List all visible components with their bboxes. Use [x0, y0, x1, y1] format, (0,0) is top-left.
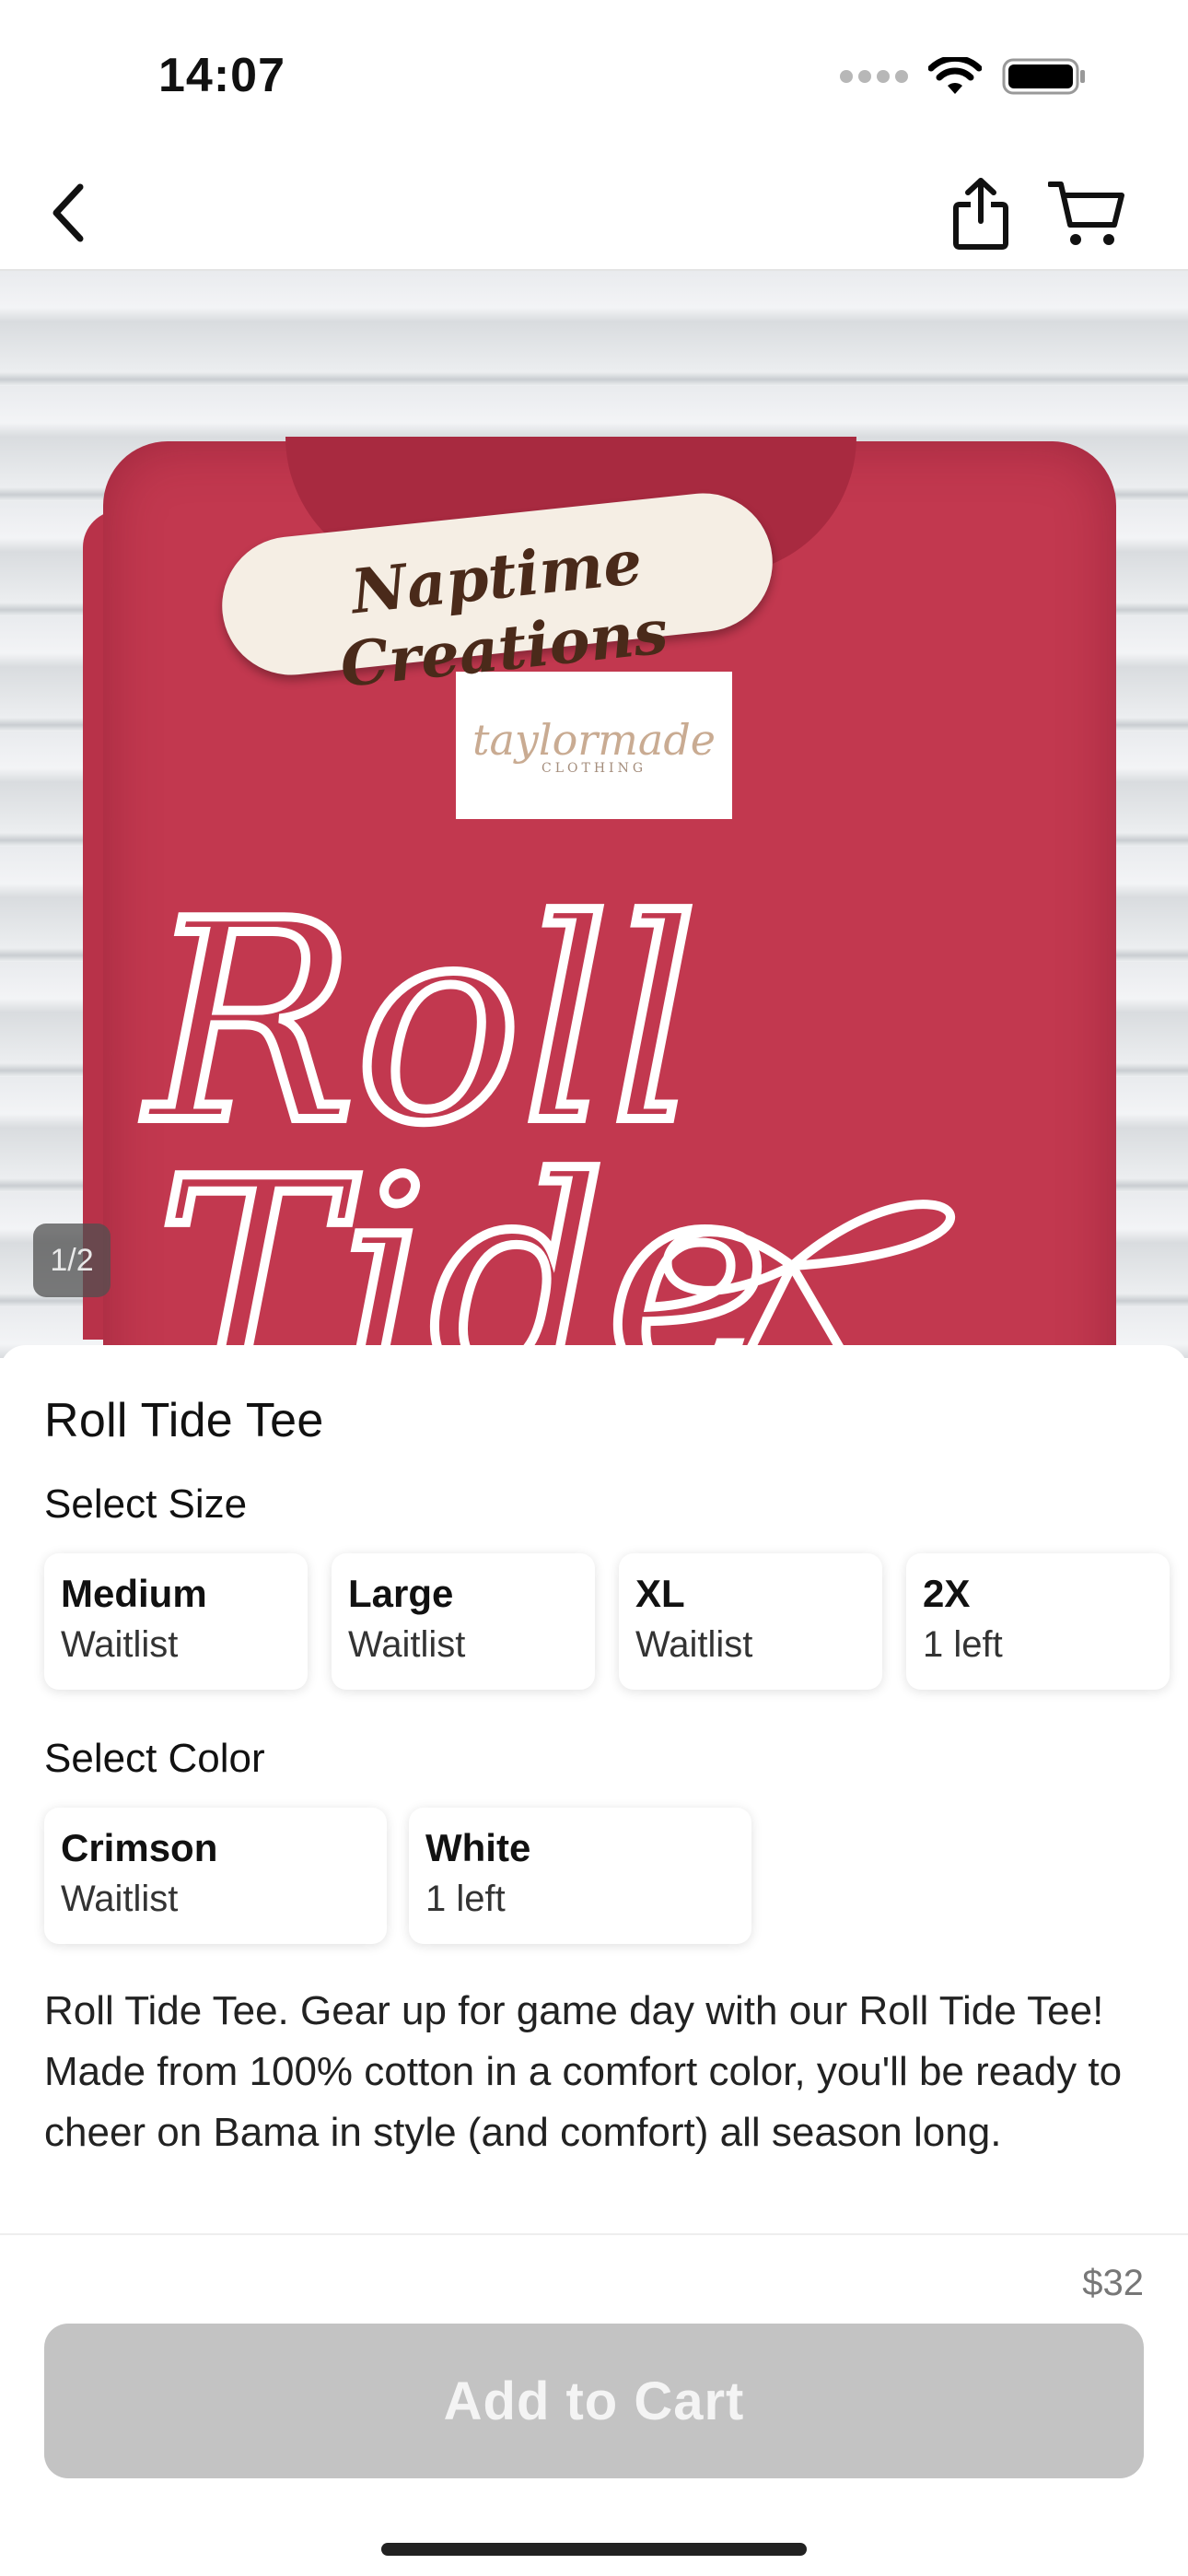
- product-description: Roll Tide Tee. Gear up for game day with…: [44, 1988, 1123, 2155]
- status-icons: [840, 57, 1087, 96]
- option-status: Waitlist: [61, 1623, 179, 1665]
- cart-icon: [1048, 181, 1124, 245]
- home-indicator[interactable]: [381, 2543, 807, 2556]
- option-status: Waitlist: [635, 1623, 753, 1665]
- wifi-icon: [928, 57, 982, 94]
- share-button[interactable]: [939, 170, 1022, 258]
- battery-icon: [1002, 58, 1085, 95]
- signal-icon: [840, 70, 908, 83]
- shirt-print: Roll Tide: [138, 858, 956, 1358]
- select-color-label: Select Color: [44, 1736, 265, 1781]
- option-name: White: [425, 1826, 531, 1869]
- color-option-white[interactable]: White 1 left: [409, 1808, 751, 1944]
- option-name: 2X: [923, 1572, 971, 1615]
- product-title: Roll Tide Tee: [44, 1394, 324, 1447]
- size-option-medium[interactable]: Medium Waitlist: [44, 1553, 308, 1690]
- option-status: 1 left: [923, 1623, 1003, 1665]
- option-status: Waitlist: [348, 1623, 466, 1665]
- color-option-crimson[interactable]: Crimson Waitlist: [44, 1808, 387, 1944]
- size-option-large[interactable]: Large Waitlist: [332, 1553, 595, 1690]
- option-name: XL: [635, 1572, 685, 1615]
- back-button[interactable]: [28, 171, 111, 254]
- select-size-label: Select Size: [44, 1481, 248, 1527]
- option-name: Crimson: [61, 1826, 218, 1869]
- cart-button[interactable]: [1041, 170, 1133, 258]
- option-name: Medium: [61, 1572, 207, 1615]
- option-name: Large: [348, 1572, 454, 1615]
- nav-bar: [0, 157, 1188, 271]
- add-to-cart-button[interactable]: Add to Cart: [44, 2324, 1144, 2478]
- size-option-xl[interactable]: XL Waitlist: [619, 1553, 882, 1690]
- status-bar: 14:07: [0, 0, 1188, 157]
- chevron-left-icon: [52, 183, 84, 242]
- option-status: 1 left: [425, 1878, 506, 1919]
- product-image-gallery[interactable]: taylormade CLOTHING Naptime Creations Ro…: [0, 271, 1188, 1358]
- size-option-2x[interactable]: 2X 1 left: [906, 1553, 1170, 1690]
- share-icon: [953, 178, 1008, 250]
- checkout-bar: $32 Add to Cart: [0, 2233, 1188, 2576]
- page-indicator: 1/2: [33, 1224, 111, 1297]
- product-price: $32: [1082, 2263, 1144, 2303]
- option-status: Waitlist: [61, 1878, 179, 1919]
- status-time: 14:07: [158, 49, 285, 102]
